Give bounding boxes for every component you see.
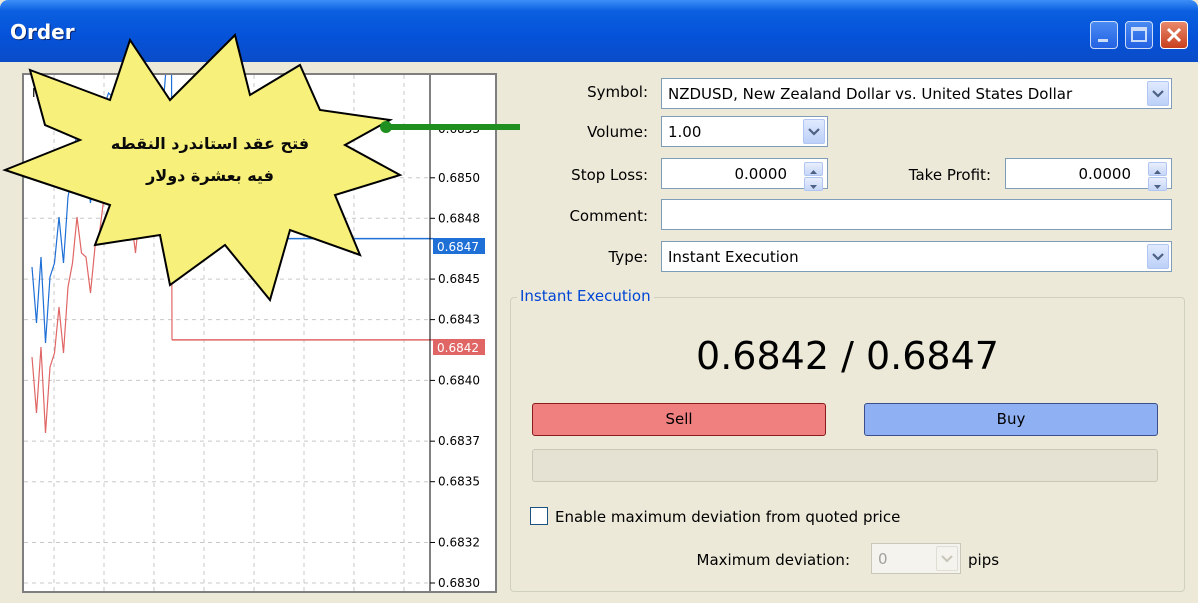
y-axis-tick-label: 0.6840 <box>438 373 480 387</box>
maximize-button[interactable] <box>1125 21 1153 49</box>
chevron-down-icon[interactable] <box>1147 81 1169 106</box>
y-axis-tick-label: 0.6837 <box>438 434 480 448</box>
takeprofit-input[interactable]: 0.0000 <box>1005 158 1172 192</box>
symbol-label: Symbol: <box>587 83 648 101</box>
y-axis-tick-label: 0.6832 <box>438 535 480 549</box>
buy-button[interactable]: Buy <box>864 403 1158 436</box>
stoploss-spinner[interactable] <box>804 162 823 192</box>
minimize-icon <box>1098 39 1108 42</box>
volume-select-value: 1.00 <box>668 123 702 141</box>
callout-line-2: فيه بعشرة دولار <box>146 166 274 185</box>
close-icon <box>1166 27 1182 43</box>
volume-select[interactable]: 1.00 <box>661 116 828 147</box>
max-deviation-value: 0 <box>878 550 888 568</box>
spin-down-icon[interactable] <box>804 177 823 191</box>
takeprofit-spinner[interactable] <box>1148 162 1167 192</box>
symbol-select-value: NZDUSD, New Zealand Dollar vs. United St… <box>668 85 1073 103</box>
chevron-down-icon[interactable] <box>803 119 825 144</box>
type-select[interactable]: Instant Execution <box>661 241 1172 272</box>
execution-group-title: Instant Execution <box>517 287 654 305</box>
takeprofit-value: 0.0000 <box>1078 165 1132 183</box>
pips-label: pips <box>968 551 1000 569</box>
takeprofit-label: Take Profit: <box>908 166 991 184</box>
close-button[interactable] <box>1160 21 1188 49</box>
comment-input[interactable] <box>661 199 1172 230</box>
y-axis-tick-label: 0.6830 <box>438 576 480 590</box>
status-message-box <box>532 449 1158 482</box>
comment-label: Comment: <box>569 207 648 225</box>
enable-deviation-label[interactable]: Enable maximum deviation from quoted pri… <box>555 508 900 526</box>
stoploss-input[interactable]: 0.0000 <box>661 158 828 192</box>
sell-button[interactable]: Sell <box>532 403 826 436</box>
y-axis-tick-label: 0.6835 <box>438 475 480 489</box>
callout-line-1: فتح عقد استاندرد النقطه <box>110 134 310 153</box>
symbol-select[interactable]: NZDUSD, New Zealand Dollar vs. United St… <box>661 78 1172 109</box>
max-deviation-select[interactable]: 0 <box>871 543 961 574</box>
stoploss-value: 0.0000 <box>734 165 788 183</box>
spin-down-icon[interactable] <box>1148 177 1167 191</box>
minimize-button[interactable] <box>1090 21 1118 49</box>
type-select-value: Instant Execution <box>668 248 799 266</box>
stoploss-label: Stop Loss: <box>571 166 648 184</box>
maximize-icon <box>1131 27 1147 42</box>
type-label: Type: <box>608 248 648 266</box>
chevron-down-icon[interactable] <box>936 546 958 571</box>
arrow-tail-dot <box>380 121 392 133</box>
chevron-down-icon[interactable] <box>1147 244 1169 269</box>
spin-up-icon[interactable] <box>1148 162 1167 176</box>
max-deviation-label: Maximum deviation: <box>696 551 850 569</box>
enable-deviation-checkbox[interactable] <box>530 507 548 525</box>
bid-price-tag-text: 0.6842 <box>437 341 479 355</box>
volume-label: Volume: <box>587 123 648 141</box>
spin-up-icon[interactable] <box>804 162 823 176</box>
bid-ask-price: 0.6842 / 0.6847 <box>696 334 999 378</box>
